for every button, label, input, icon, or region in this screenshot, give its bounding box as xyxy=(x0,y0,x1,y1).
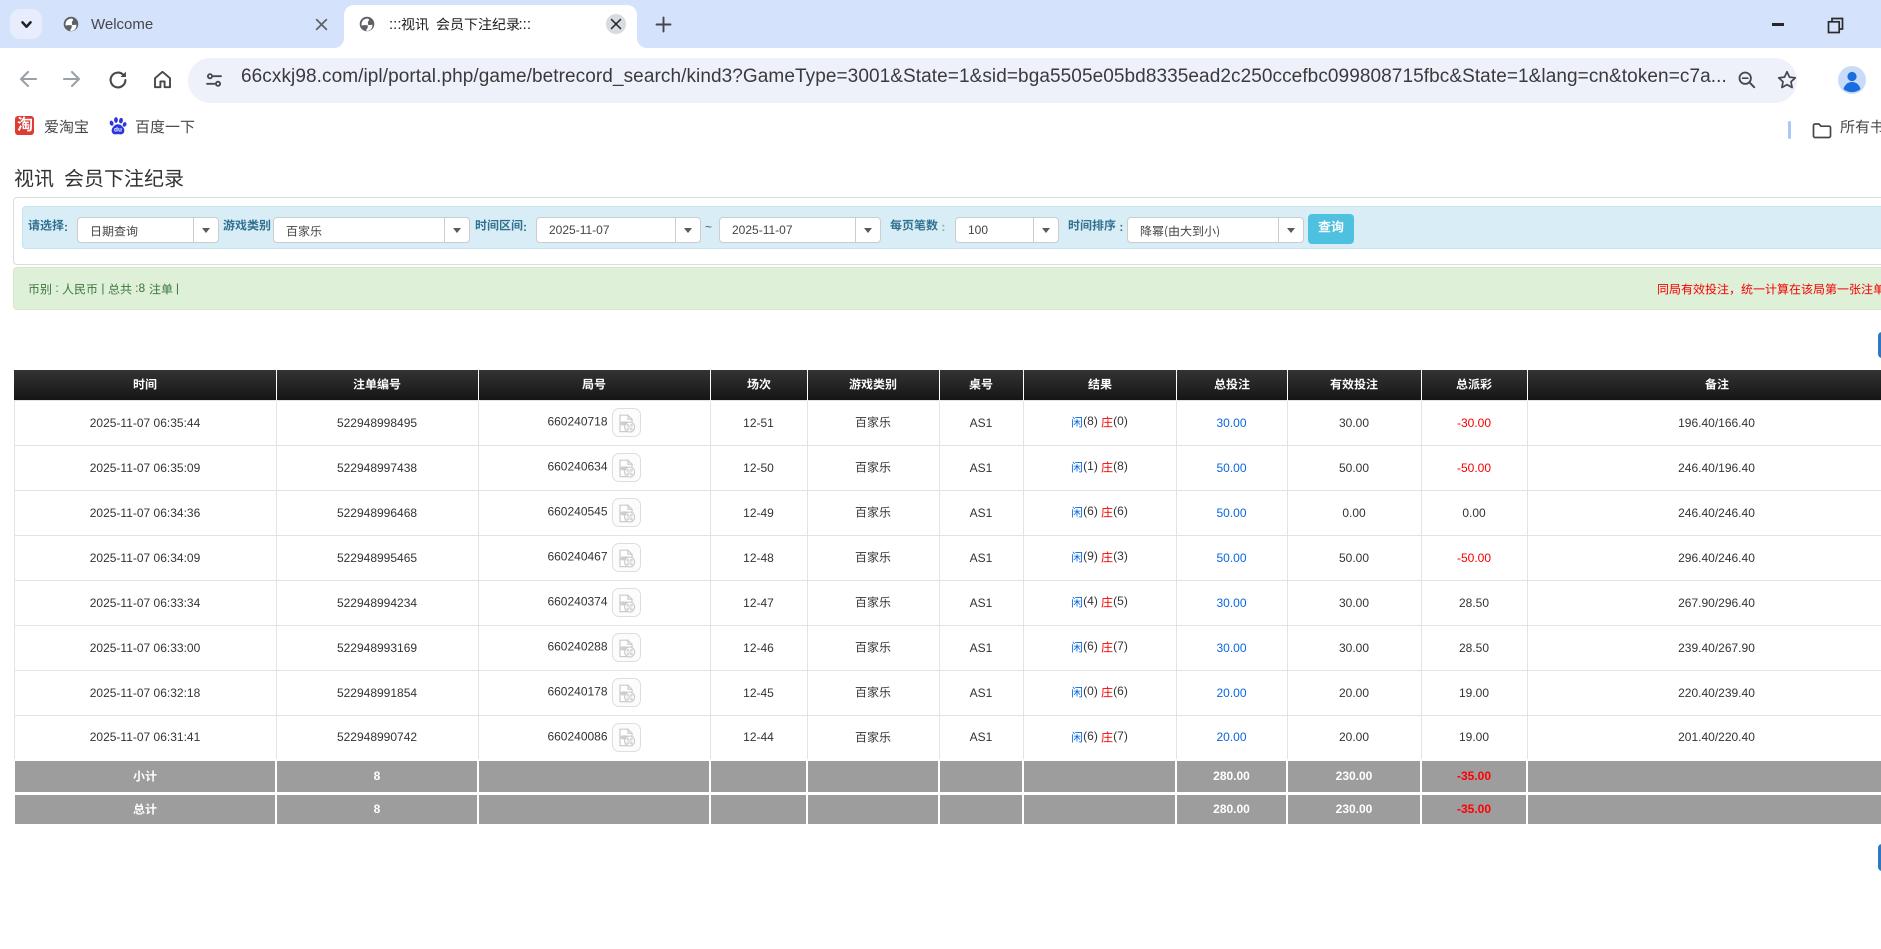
svg-text:du: du xyxy=(114,127,122,134)
